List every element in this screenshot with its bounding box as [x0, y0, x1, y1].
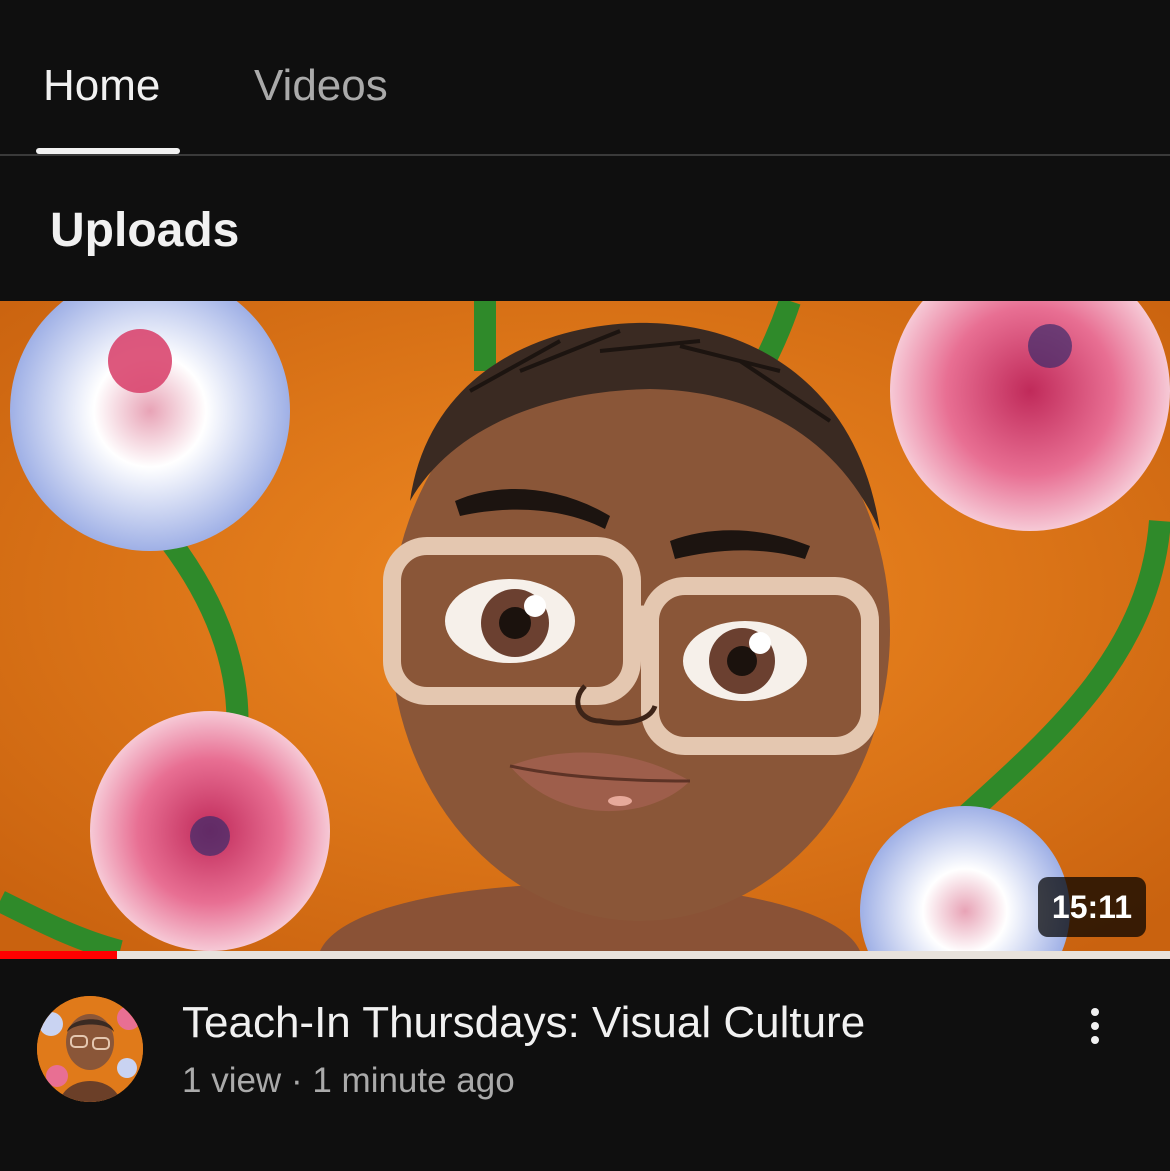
cartoon-portrait-with-flowers-thumbnail: [0, 301, 1170, 951]
tab-selected-indicator: [36, 148, 180, 154]
watch-progress-bar: [0, 951, 1170, 959]
section-title: Uploads: [50, 204, 240, 257]
more-vertical-icon[interactable]: [1070, 1001, 1120, 1051]
video-stats: 1 view · 1 minute ago: [182, 1059, 515, 1103]
upload-age: 1 minute ago: [312, 1061, 515, 1100]
channel-avatar-icon[interactable]: [37, 996, 143, 1102]
channel-tab-bar: Home Videos: [0, 0, 1170, 156]
watch-progress-fill: [0, 951, 117, 959]
video-thumbnail[interactable]: 15:11: [0, 301, 1170, 951]
tab-home[interactable]: Home: [43, 60, 160, 112]
video-meta[interactable]: Teach-In Thursdays: Visual Culture 1 vie…: [0, 959, 1170, 1171]
view-count: 1 view: [182, 1061, 282, 1100]
tab-videos[interactable]: Videos: [254, 60, 388, 112]
video-duration-badge: 15:11: [1037, 877, 1146, 937]
separator-dot: ·: [290, 1061, 303, 1100]
video-title[interactable]: Teach-In Thursdays: Visual Culture: [182, 997, 1042, 1049]
